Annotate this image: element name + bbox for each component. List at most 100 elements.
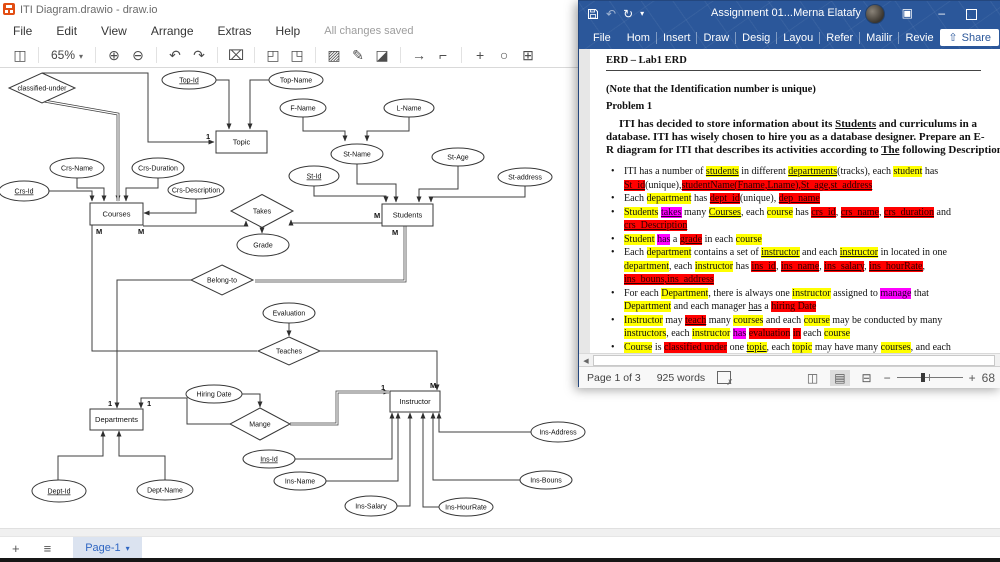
waypoints-icon[interactable]: → [407,44,431,66]
undo-icon[interactable]: ↶ [163,44,187,66]
tab-refer[interactable]: Refer [820,32,859,44]
attribute-crs-description[interactable]: Crs-Description [167,180,225,200]
tab-mailir[interactable]: Mailir [860,32,898,44]
edge-inssalary-instructor[interactable] [397,412,413,507]
user-avatar[interactable] [865,4,885,24]
attribute-st-address[interactable]: St-address [497,167,553,187]
pages-list-icon[interactable]: ≡ [32,541,64,556]
shadow-icon[interactable]: ◪ [370,44,394,66]
attribute-ins-name[interactable]: Ins-Name [273,471,327,491]
web-layout-icon[interactable]: ⊟ [858,370,876,386]
relationship-classified-under[interactable]: classified-under [7,72,77,104]
menu-item-view[interactable]: View [89,21,139,41]
menu-item-edit[interactable]: Edit [44,21,89,41]
connection-icon[interactable]: ⌐ [431,44,455,66]
edge-insaddress-instructor[interactable] [436,412,531,433]
redo-icon[interactable]: ↷ [187,44,211,66]
menu-item-extras[interactable]: Extras [206,21,264,41]
customize-qat-icon[interactable]: ▾ [640,8,644,20]
attribute-ins-id[interactable]: Ins-Id [242,449,296,469]
attribute-ins-address[interactable]: Ins-Address [530,421,586,443]
edge-teaches-instructor[interactable] [320,350,440,391]
attribute-top-name[interactable]: Top-Name [268,70,324,90]
relationship-belong-to[interactable]: Belong-to [189,264,255,296]
attribute-grade[interactable]: Grade [236,233,290,257]
insert-icon[interactable]: + [468,44,492,66]
page-tab[interactable]: Page-1 ▾ [73,537,142,559]
relationship-teaches[interactable]: Teaches [256,336,322,366]
attribute-ins-bouns[interactable]: Ins-Bouns [519,470,573,490]
zoom-slider-track[interactable] [896,373,963,382]
page-count[interactable]: Page 1 of 3 [579,372,649,384]
insert-shape-icon[interactable]: ○ [492,44,516,66]
edge-staddress-students[interactable] [428,186,526,203]
proofing-errors-icon[interactable] [717,371,733,387]
toggle-panel-icon[interactable]: ◫ [8,44,32,66]
add-page-icon[interactable]: + [0,541,32,556]
edge-students-takes[interactable] [288,219,382,226]
attribute-evaluation[interactable]: Evaluation [262,302,316,324]
signed-in-user[interactable]: Merna Elatafy [793,7,861,19]
attribute-dept-name[interactable]: Dept-Name [136,479,194,501]
entity-courses[interactable]: Courses [89,202,144,226]
edge-inshourrate-instructor[interactable] [420,412,439,508]
edge-courses-takes[interactable] [143,220,249,227]
share-button[interactable]: ⇧ Share [940,29,999,46]
zoom-out-icon[interactable]: − [884,371,891,385]
zoom-slider[interactable]: − + 68 [884,371,995,385]
attribute-st-name[interactable]: St-Name [330,143,384,165]
attribute-ins-hourrate[interactable]: Ins-HourRate [438,497,494,517]
attribute-st-id[interactable]: St-Id [288,165,340,187]
relationship-mange[interactable]: Mange [228,407,292,441]
entity-departments[interactable]: Departments [89,408,144,431]
menu-item-file[interactable]: File [0,21,44,41]
zoom-level-dropdown[interactable]: 65% ▾ [45,48,89,62]
attribute-dept-id[interactable]: Dept-Id [31,479,87,503]
delete-icon[interactable]: ⌧ [224,44,248,66]
edge-crsname-courses[interactable] [76,178,107,202]
redo-icon[interactable]: ↻ [623,8,633,20]
tab-insert[interactable]: Insert [657,32,697,44]
edge-hiringdate-mange[interactable] [242,393,263,408]
undo-icon[interactable]: ↶ [606,8,616,20]
attribute-l-name[interactable]: L-Name [383,98,435,118]
edge-lname-stname[interactable] [364,117,410,142]
line-color-icon[interactable]: ✎ [346,44,370,66]
attribute-f-name[interactable]: F-Name [279,98,327,118]
edge-insid-instructor[interactable] [295,412,395,460]
edge-mange-instructor[interactable] [290,389,390,426]
table-icon[interactable]: ⊞ [516,44,540,66]
zoom-in-icon[interactable]: + [969,371,976,385]
edge-topname-topic[interactable] [247,79,269,130]
entity-topic[interactable]: Topic [215,130,268,154]
to-back-icon[interactable]: ◳ [285,44,309,66]
menu-item-arrange[interactable]: Arrange [139,21,206,41]
tab-draw[interactable]: Draw [697,32,735,44]
attribute-crs-duration[interactable]: Crs-Duration [131,157,185,179]
fill-color-icon[interactable]: ▨ [322,44,346,66]
attribute-ins-salary[interactable]: Ins-Salary [344,495,398,517]
tab-file[interactable]: File [583,32,621,44]
edge-classified-under-courses[interactable] [43,99,121,202]
zoom-in-icon[interactable]: ⊕ [102,44,126,66]
menu-item-help[interactable]: Help [264,21,313,41]
edge-stid-students[interactable] [313,186,389,203]
scroll-left-icon[interactable]: ◀ [579,357,593,365]
edge-deptid-departments[interactable] [57,430,106,480]
edge-insbouns-instructor[interactable] [430,412,520,481]
to-front-icon[interactable]: ◰ [261,44,285,66]
print-layout-icon[interactable]: ▤ [830,369,850,386]
ribbon-display-options-icon[interactable]: ▣ [902,6,913,20]
maximize-icon[interactable] [966,9,977,20]
attribute-crs-name[interactable]: Crs-Name [49,157,105,179]
word-page[interactable]: ERD – Lab1 ERD (Note that the Identifica… [590,49,1000,353]
attribute-crs-id[interactable]: Crs-Id [0,180,50,202]
tab-layou[interactable]: Layou [777,32,819,44]
edge-crsid-courses[interactable] [49,190,95,202]
zoom-percent[interactable]: 68 [982,371,995,385]
attribute-top-id[interactable]: Top-Id [161,70,217,90]
zoom-out-icon[interactable]: ⊖ [126,44,150,66]
read-mode-icon[interactable]: ◫ [803,370,822,386]
edge-crsdescription-courses[interactable] [143,199,197,216]
zoom-slider-thumb[interactable] [920,373,925,382]
